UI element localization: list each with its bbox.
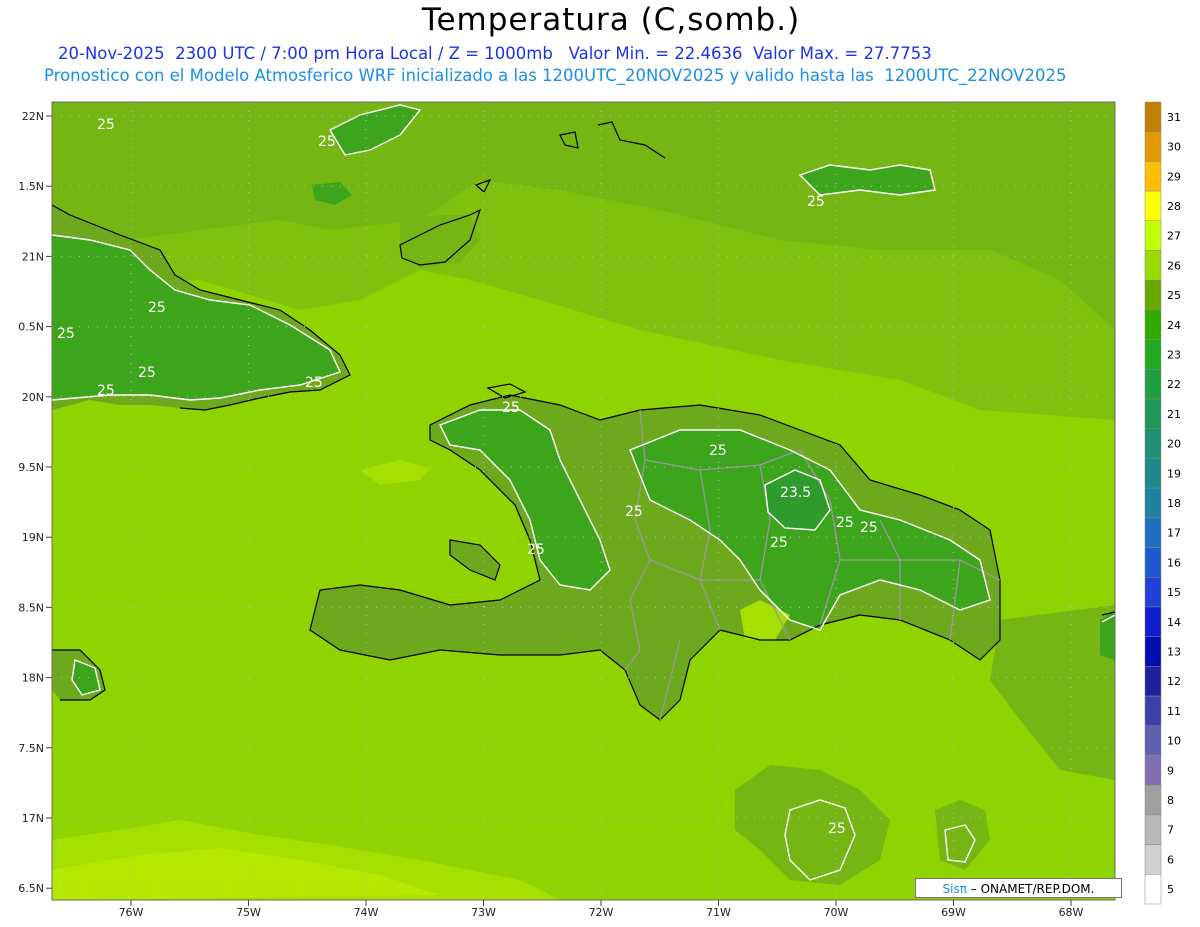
colorbar-label: 30 [1167,141,1181,154]
contour-label: 25 [97,117,115,133]
lat-tick-label: 0.5N [18,321,44,334]
contour-label: 25 [148,300,166,316]
colorbar-label: 9 [1167,764,1174,777]
colorbar-swatch [1144,279,1162,311]
colorbar-swatch [1144,636,1162,667]
contour-label: 25 [828,821,846,837]
colorbar-swatch [1144,844,1162,875]
lon-tick-label: 72W [589,906,614,919]
colorbar-swatch [1144,577,1162,608]
colorbar-label: 10 [1167,735,1181,748]
colorbar-label: 24 [1167,319,1181,332]
contour-label: 25 [318,134,336,150]
lon-tick-label: 73W [471,906,496,919]
colorbar-swatch [1144,161,1162,192]
colorbar-swatch [1144,666,1162,697]
lon-tick-label: 71W [706,906,731,919]
colorbar-swatch [1144,874,1162,905]
lat-tick-label: 21N [22,250,44,263]
colorbar-label: 19 [1167,467,1181,480]
colorbar-swatch [1144,487,1162,519]
colorbar-label: 28 [1167,200,1181,213]
colorbar-swatch [1144,131,1162,162]
colorbar-label: 14 [1167,616,1181,629]
temperature-map: 25 25 25 25 25 25 25 25 25 25 25 25 23.5… [18,101,1181,919]
colorbar-label: 17 [1167,527,1181,540]
contour-label: 25 [807,194,825,210]
colorbar-swatch [1144,250,1162,281]
lon-tick-label: 69W [941,906,966,919]
longitude-labels: 76W 75W 74W 73W 72W 71W 70W 69W 68W [119,900,1084,919]
credit-box: Sisπ – ONAMET/REP.DOM. [915,878,1122,898]
contour-label: 25 [57,326,75,342]
contour-label: 25 [625,504,643,520]
colorbar: 31 30 29 28 27 26 25 24 23 22 21 20 19 18 17 16 15 14 13 12… [1144,101,1181,905]
latitude-labels: 22N 1.5N 21N 0.5N 20N 9.5N 19N 8.5N 18N 7.5N 17N 6.… [18,110,52,895]
contour-label: 25 [97,383,115,399]
colorbar-swatch [1144,101,1162,132]
lon-tick-label: 70W [824,906,849,919]
colorbar-label: 31 [1167,111,1181,124]
colorbar-label: 22 [1167,378,1181,391]
contour-label: 25 [527,542,545,558]
lon-tick-label: 74W [354,906,379,919]
map-field [52,102,1115,900]
colorbar-label: 26 [1167,259,1181,272]
colorbar-swatch [1144,339,1162,370]
colorbar-label: 12 [1167,675,1181,688]
lat-tick-label: 19N [22,531,44,544]
colorbar-swatch [1144,784,1162,816]
colorbar-label: 5 [1167,883,1174,896]
lat-tick-label: 1.5N [18,180,44,193]
colorbar-swatch [1144,398,1162,429]
lat-tick-label: 22N [22,110,44,123]
lat-tick-label: 6.5N [18,882,44,895]
colorbar-label: 8 [1167,794,1174,807]
colorbar-label: 11 [1167,705,1181,718]
lon-tick-label: 68W [1059,906,1084,919]
colorbar-label: 21 [1167,408,1181,421]
colorbar-label: 29 [1167,170,1181,183]
contour-label: 25 [836,515,854,531]
lat-tick-label: 18N [22,672,44,685]
colorbar-swatch [1144,309,1162,340]
contour-label: 25 [305,375,323,391]
contour-label: 25 [709,443,727,459]
lat-tick-label: 7.5N [18,742,44,755]
colorbar-label: 16 [1167,556,1181,569]
lat-tick-label: 9.5N [18,461,44,474]
colorbar-swatch [1144,547,1162,578]
colorbar-label: 27 [1167,230,1181,243]
colorbar-swatch [1144,428,1162,459]
colorbar-swatch [1144,755,1162,786]
contour-label: 25 [502,400,520,416]
contour-label: 25 [860,520,878,536]
contour-label: 25 [138,365,156,381]
colorbar-swatch [1144,190,1162,222]
colorbar-swatch [1144,220,1162,251]
lat-tick-label: 8.5N [18,601,44,614]
colorbar-label: 15 [1167,586,1181,599]
colorbar-swatch [1144,814,1162,845]
colorbar-label: 20 [1167,438,1181,451]
sispi-logo: Sisπ [942,882,967,896]
colorbar-swatch [1144,725,1162,756]
colorbar-swatch [1144,517,1162,548]
lon-tick-label: 75W [236,906,261,919]
colorbar-label: 7 [1167,824,1174,837]
colorbar-label: 13 [1167,646,1181,659]
colorbar-swatch [1144,606,1162,637]
colorbar-label: 25 [1167,289,1181,302]
lon-tick-label: 76W [119,906,144,919]
colorbar-label: 6 [1167,853,1174,866]
contour-label: 23.5 [780,485,811,501]
colorbar-label: 18 [1167,497,1181,510]
colorbar-swatch [1144,695,1162,727]
colorbar-swatch [1144,458,1162,489]
lat-tick-label: 17N [22,812,44,825]
colorbar-swatch [1144,369,1162,400]
lat-tick-label: 20N [22,391,44,404]
colorbar-label: 23 [1167,348,1181,361]
credit-text: – ONAMET/REP.DOM. [966,882,1095,896]
